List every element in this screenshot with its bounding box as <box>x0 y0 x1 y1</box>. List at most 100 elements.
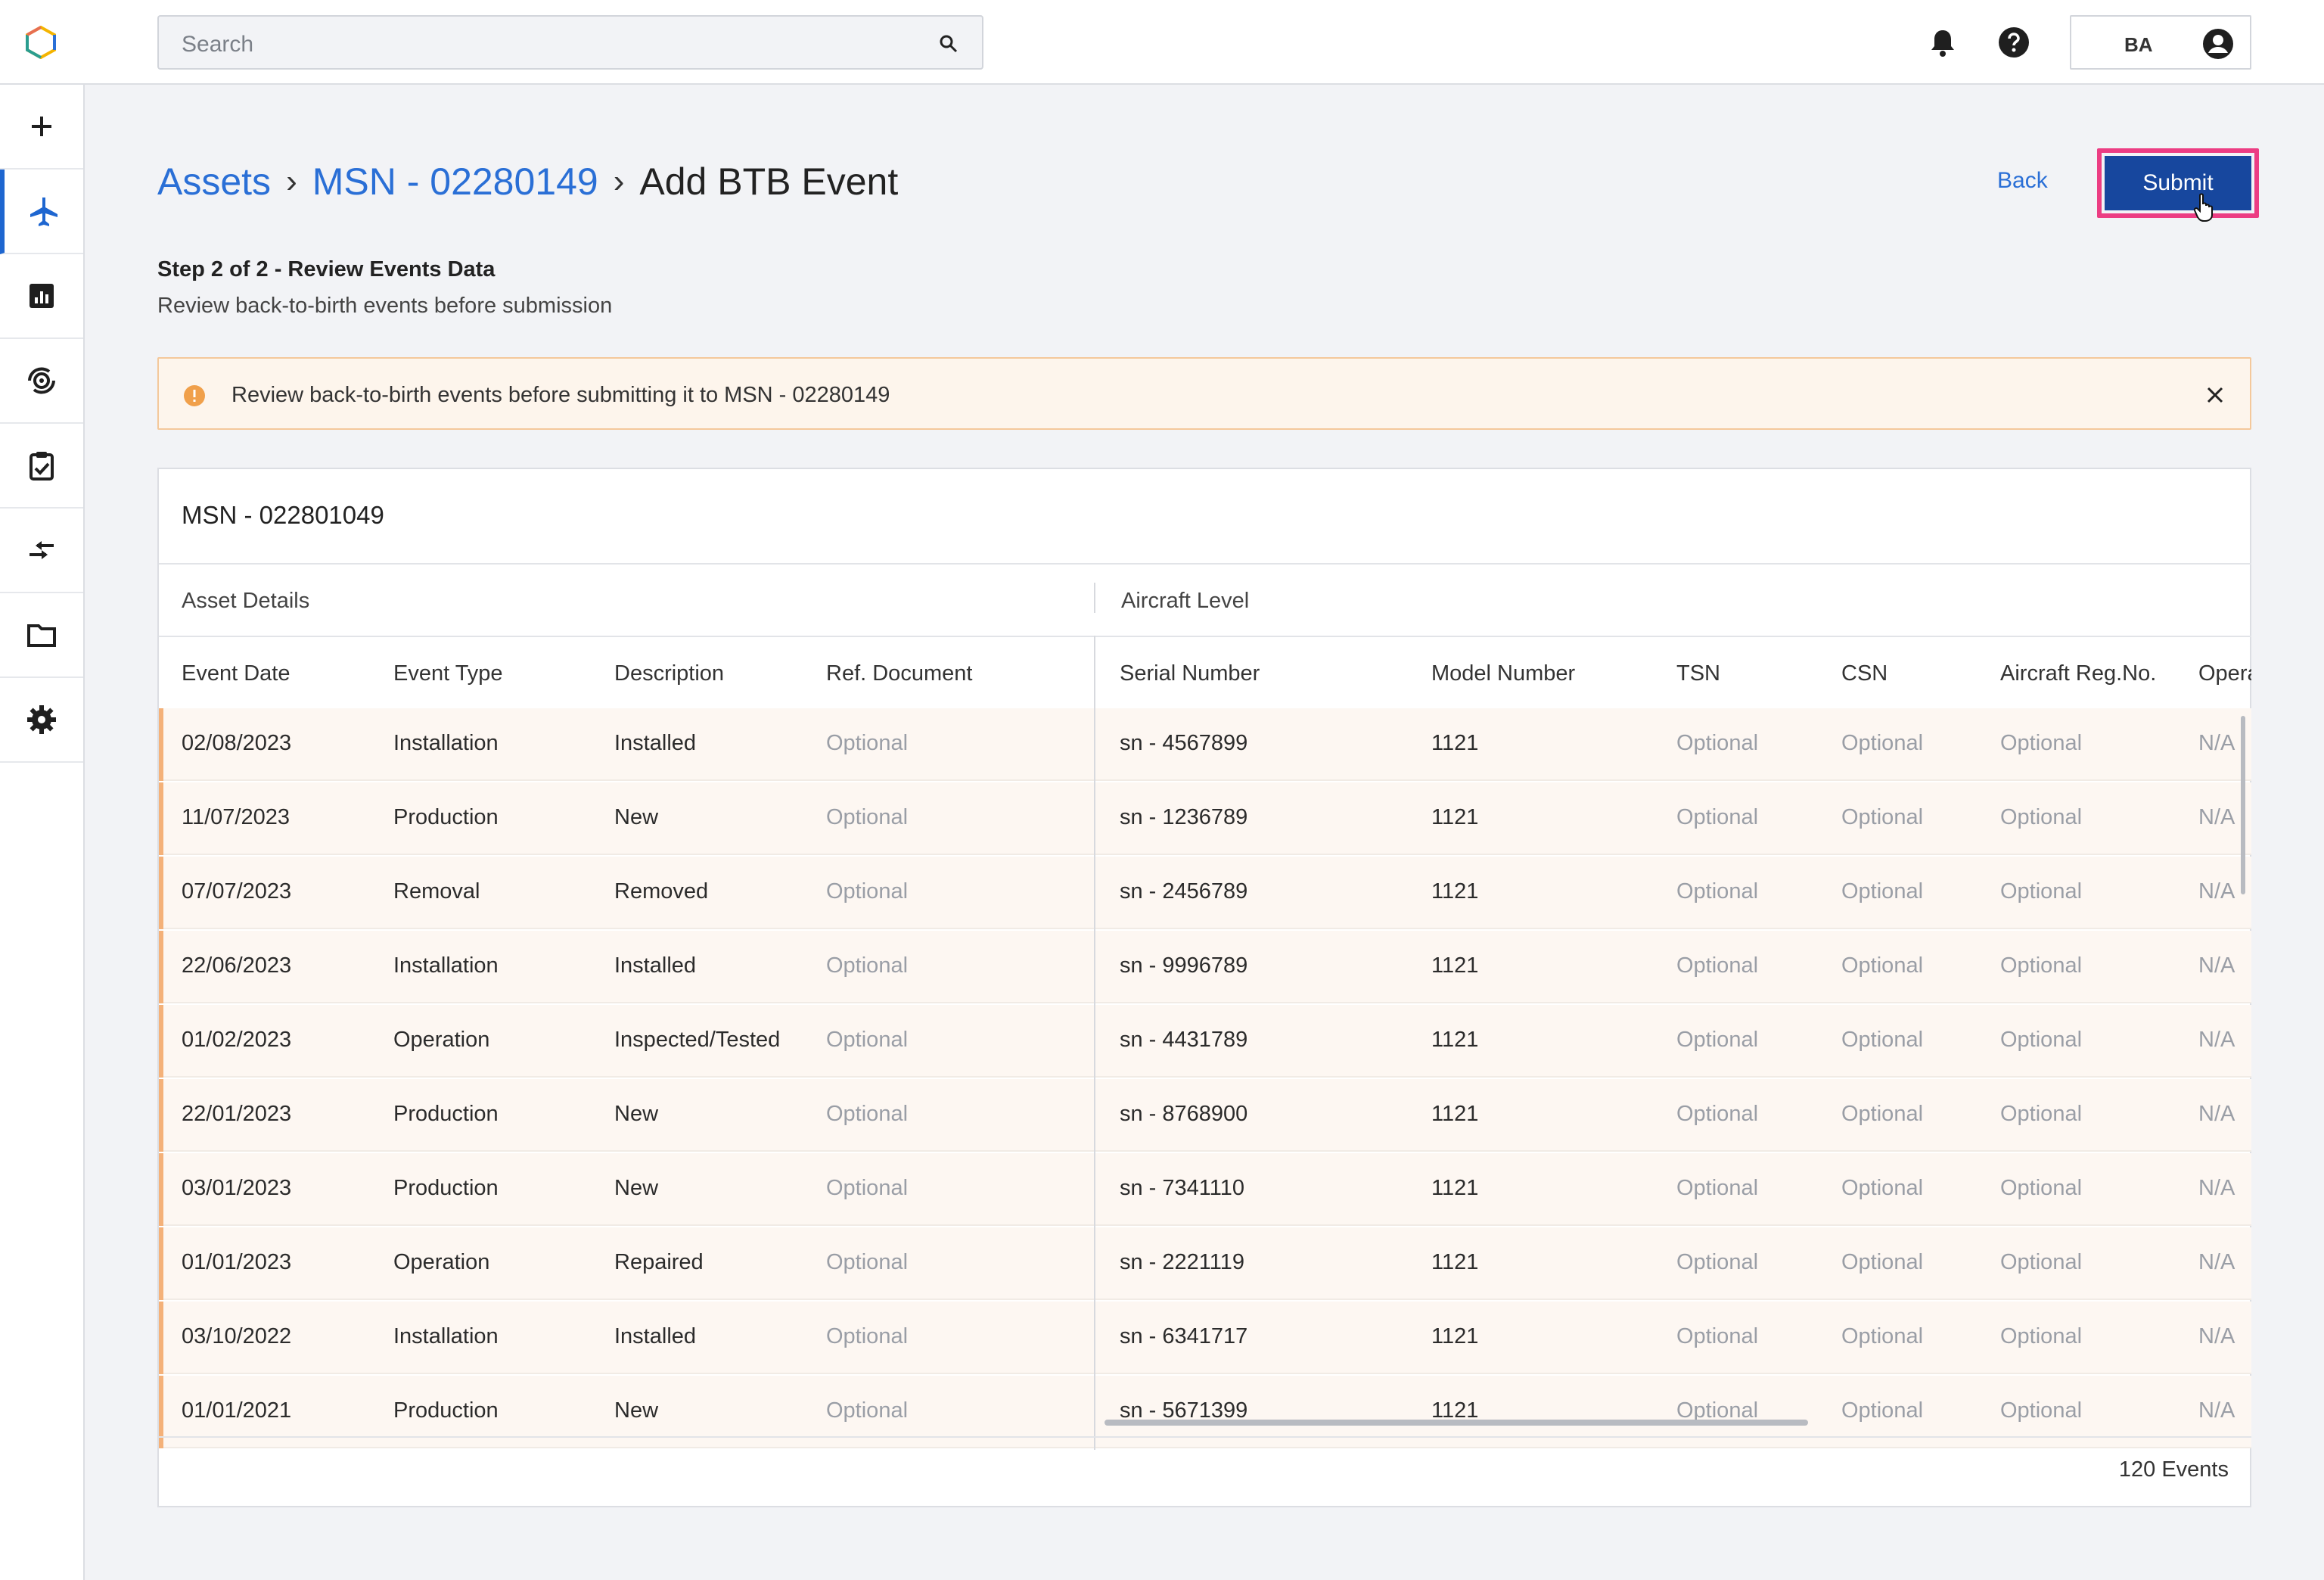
cell-ref-document: Optional <box>826 805 909 829</box>
search-icon[interactable] <box>938 33 959 54</box>
submit-button[interactable]: Submit <box>2105 156 2251 210</box>
cell-serial-number: sn - 8768900 <box>1120 1102 1248 1126</box>
clipboard-check-icon <box>30 452 54 481</box>
cell-description: Removed <box>614 879 709 904</box>
column-header-aircraft-reg[interactable]: Aircraft Reg.No. <box>2000 661 2156 686</box>
cell-operator: N/A <box>2198 953 2235 978</box>
table-row[interactable]: 02/08/2023 Installation Installed Optional s… <box>159 708 2251 781</box>
sidebar-item-documents[interactable] <box>0 593 83 678</box>
table-row[interactable]: 01/02/2023 Operation Inspected/Tested Optio… <box>159 1005 2251 1078</box>
breadcrumb-separator: › <box>613 163 625 200</box>
cell-csn: Optional <box>1841 731 1924 755</box>
breadcrumb: Assets › MSN - 02280149 › Add BTB Event <box>157 154 898 209</box>
horizontal-scrollbar[interactable] <box>1105 1420 1808 1426</box>
cell-ref-document: Optional <box>826 731 909 755</box>
column-header-csn[interactable]: CSN <box>1841 661 1887 686</box>
group-aircraft-level: Aircraft Level <box>1121 589 1250 613</box>
group-divider <box>1094 583 1095 613</box>
cell-event-date: 22/01/2023 <box>182 1102 292 1126</box>
cell-description: Inspected/Tested <box>614 1028 781 1052</box>
cell-operator: N/A <box>2198 1028 2235 1052</box>
cell-aircraft-reg: Optional <box>2000 879 2083 904</box>
cell-ref-document: Optional <box>826 1028 909 1052</box>
close-icon[interactable] <box>2204 384 2226 406</box>
notification-bell-icon[interactable] <box>1926 26 1959 59</box>
sidebar-item-settings[interactable] <box>0 678 83 763</box>
cell-description: New <box>614 805 659 829</box>
cell-operator: N/A <box>2198 731 2235 755</box>
row-accent-bar <box>159 1227 163 1300</box>
column-header-description[interactable]: Description <box>614 661 724 686</box>
cell-ref-document: Optional <box>826 879 909 904</box>
column-header-ref-document[interactable]: Ref. Document <box>826 661 972 686</box>
cell-aircraft-reg: Optional <box>2000 1028 2083 1052</box>
cell-tsn: Optional <box>1676 1102 1759 1126</box>
divider <box>159 563 2251 565</box>
cell-csn: Optional <box>1841 1102 1924 1126</box>
cell-event-type: Production <box>393 1176 499 1200</box>
sidebar-item-reports[interactable] <box>0 254 83 339</box>
back-button[interactable]: Back <box>1997 168 2048 194</box>
cell-event-type: Removal <box>393 879 480 904</box>
sidebar-item-engines[interactable] <box>0 339 83 424</box>
breadcrumb-msn-link[interactable]: MSN - 02280149 <box>312 154 598 209</box>
cell-event-date: 11/07/2023 <box>182 805 290 829</box>
cell-event-date: 01/02/2023 <box>182 1028 292 1052</box>
cell-tsn: Optional <box>1676 731 1759 755</box>
table-row[interactable]: 07/07/2023 Removal Removed Optional sn - 245… <box>159 857 2251 929</box>
column-header-serial-number[interactable]: Serial Number <box>1120 661 1260 686</box>
table-row[interactable]: 22/06/2023 Installation Installed Optional s… <box>159 931 2251 1003</box>
help-icon[interactable] <box>1997 26 2030 59</box>
page-title: Add BTB Event <box>639 160 899 203</box>
cell-event-type: Operation <box>393 1250 490 1274</box>
table-row[interactable]: 03/10/2022 Installation Installed Optional s… <box>159 1302 2251 1374</box>
sidebar-item-tasks[interactable] <box>0 424 83 509</box>
cell-model-number: 1121 <box>1431 731 1479 755</box>
cell-operator: N/A <box>2198 805 2235 829</box>
sidebar-item-add[interactable] <box>0 85 83 170</box>
cell-description: New <box>614 1102 659 1126</box>
cell-csn: Optional <box>1841 953 1924 978</box>
column-header-event-type[interactable]: Event Type <box>393 661 503 686</box>
plus-icon <box>32 117 51 136</box>
cell-description: New <box>614 1398 659 1423</box>
app-logo-icon[interactable] <box>24 26 57 59</box>
column-header-event-date[interactable]: Event Date <box>182 661 290 686</box>
cell-aircraft-reg: Optional <box>2000 1398 2083 1423</box>
table-body: 02/08/2023 Installation Installed Optional s… <box>159 708 2251 1450</box>
cell-csn: Optional <box>1841 805 1924 829</box>
row-accent-bar <box>159 782 163 855</box>
transfer-arrows-icon <box>30 541 54 559</box>
cell-tsn: Optional <box>1676 1176 1759 1200</box>
cell-event-date: 03/01/2023 <box>182 1176 292 1200</box>
user-menu[interactable]: BA <box>2070 15 2251 70</box>
cell-serial-number: sn - 4431789 <box>1120 1028 1248 1052</box>
sidebar-item-transfers[interactable] <box>0 509 83 593</box>
event-count: 120 Events <box>2118 1457 2229 1482</box>
cell-serial-number: sn - 2456789 <box>1120 879 1248 904</box>
cell-model-number: 1121 <box>1431 1176 1479 1200</box>
table-row[interactable]: 01/01/2023 Operation Repaired Optional sn - … <box>159 1227 2251 1300</box>
row-accent-bar <box>159 1005 163 1078</box>
cell-csn: Optional <box>1841 1176 1924 1200</box>
cell-model-number: 1121 <box>1431 1102 1479 1126</box>
breadcrumb-assets-link[interactable]: Assets <box>157 154 271 209</box>
column-header-operator[interactable]: Opera <box>2198 661 2251 686</box>
vertical-scrollbar[interactable] <box>2241 716 2245 894</box>
row-accent-bar <box>159 857 163 929</box>
table-row[interactable]: 22/01/2023 Production New Optional sn - 8768… <box>159 1079 2251 1152</box>
column-header-tsn[interactable]: TSN <box>1676 661 1720 686</box>
hand-pointer-cursor-icon <box>2193 193 2213 222</box>
cell-tsn: Optional <box>1676 1028 1759 1052</box>
search-input[interactable]: Search <box>157 15 983 70</box>
table-row[interactable]: 11/07/2023 Production New Optional sn - 1236… <box>159 782 2251 855</box>
column-header-model-number[interactable]: Model Number <box>1431 661 1575 686</box>
cell-csn: Optional <box>1841 1324 1924 1348</box>
cell-tsn: Optional <box>1676 953 1759 978</box>
sidebar-item-assets[interactable] <box>0 170 83 254</box>
cell-serial-number: sn - 2221119 <box>1120 1250 1244 1274</box>
group-asset-details: Asset Details <box>182 589 310 613</box>
cell-csn: Optional <box>1841 1028 1924 1052</box>
cell-event-type: Production <box>393 805 499 829</box>
table-row[interactable]: 03/01/2023 Production New Optional sn - 7341… <box>159 1153 2251 1226</box>
